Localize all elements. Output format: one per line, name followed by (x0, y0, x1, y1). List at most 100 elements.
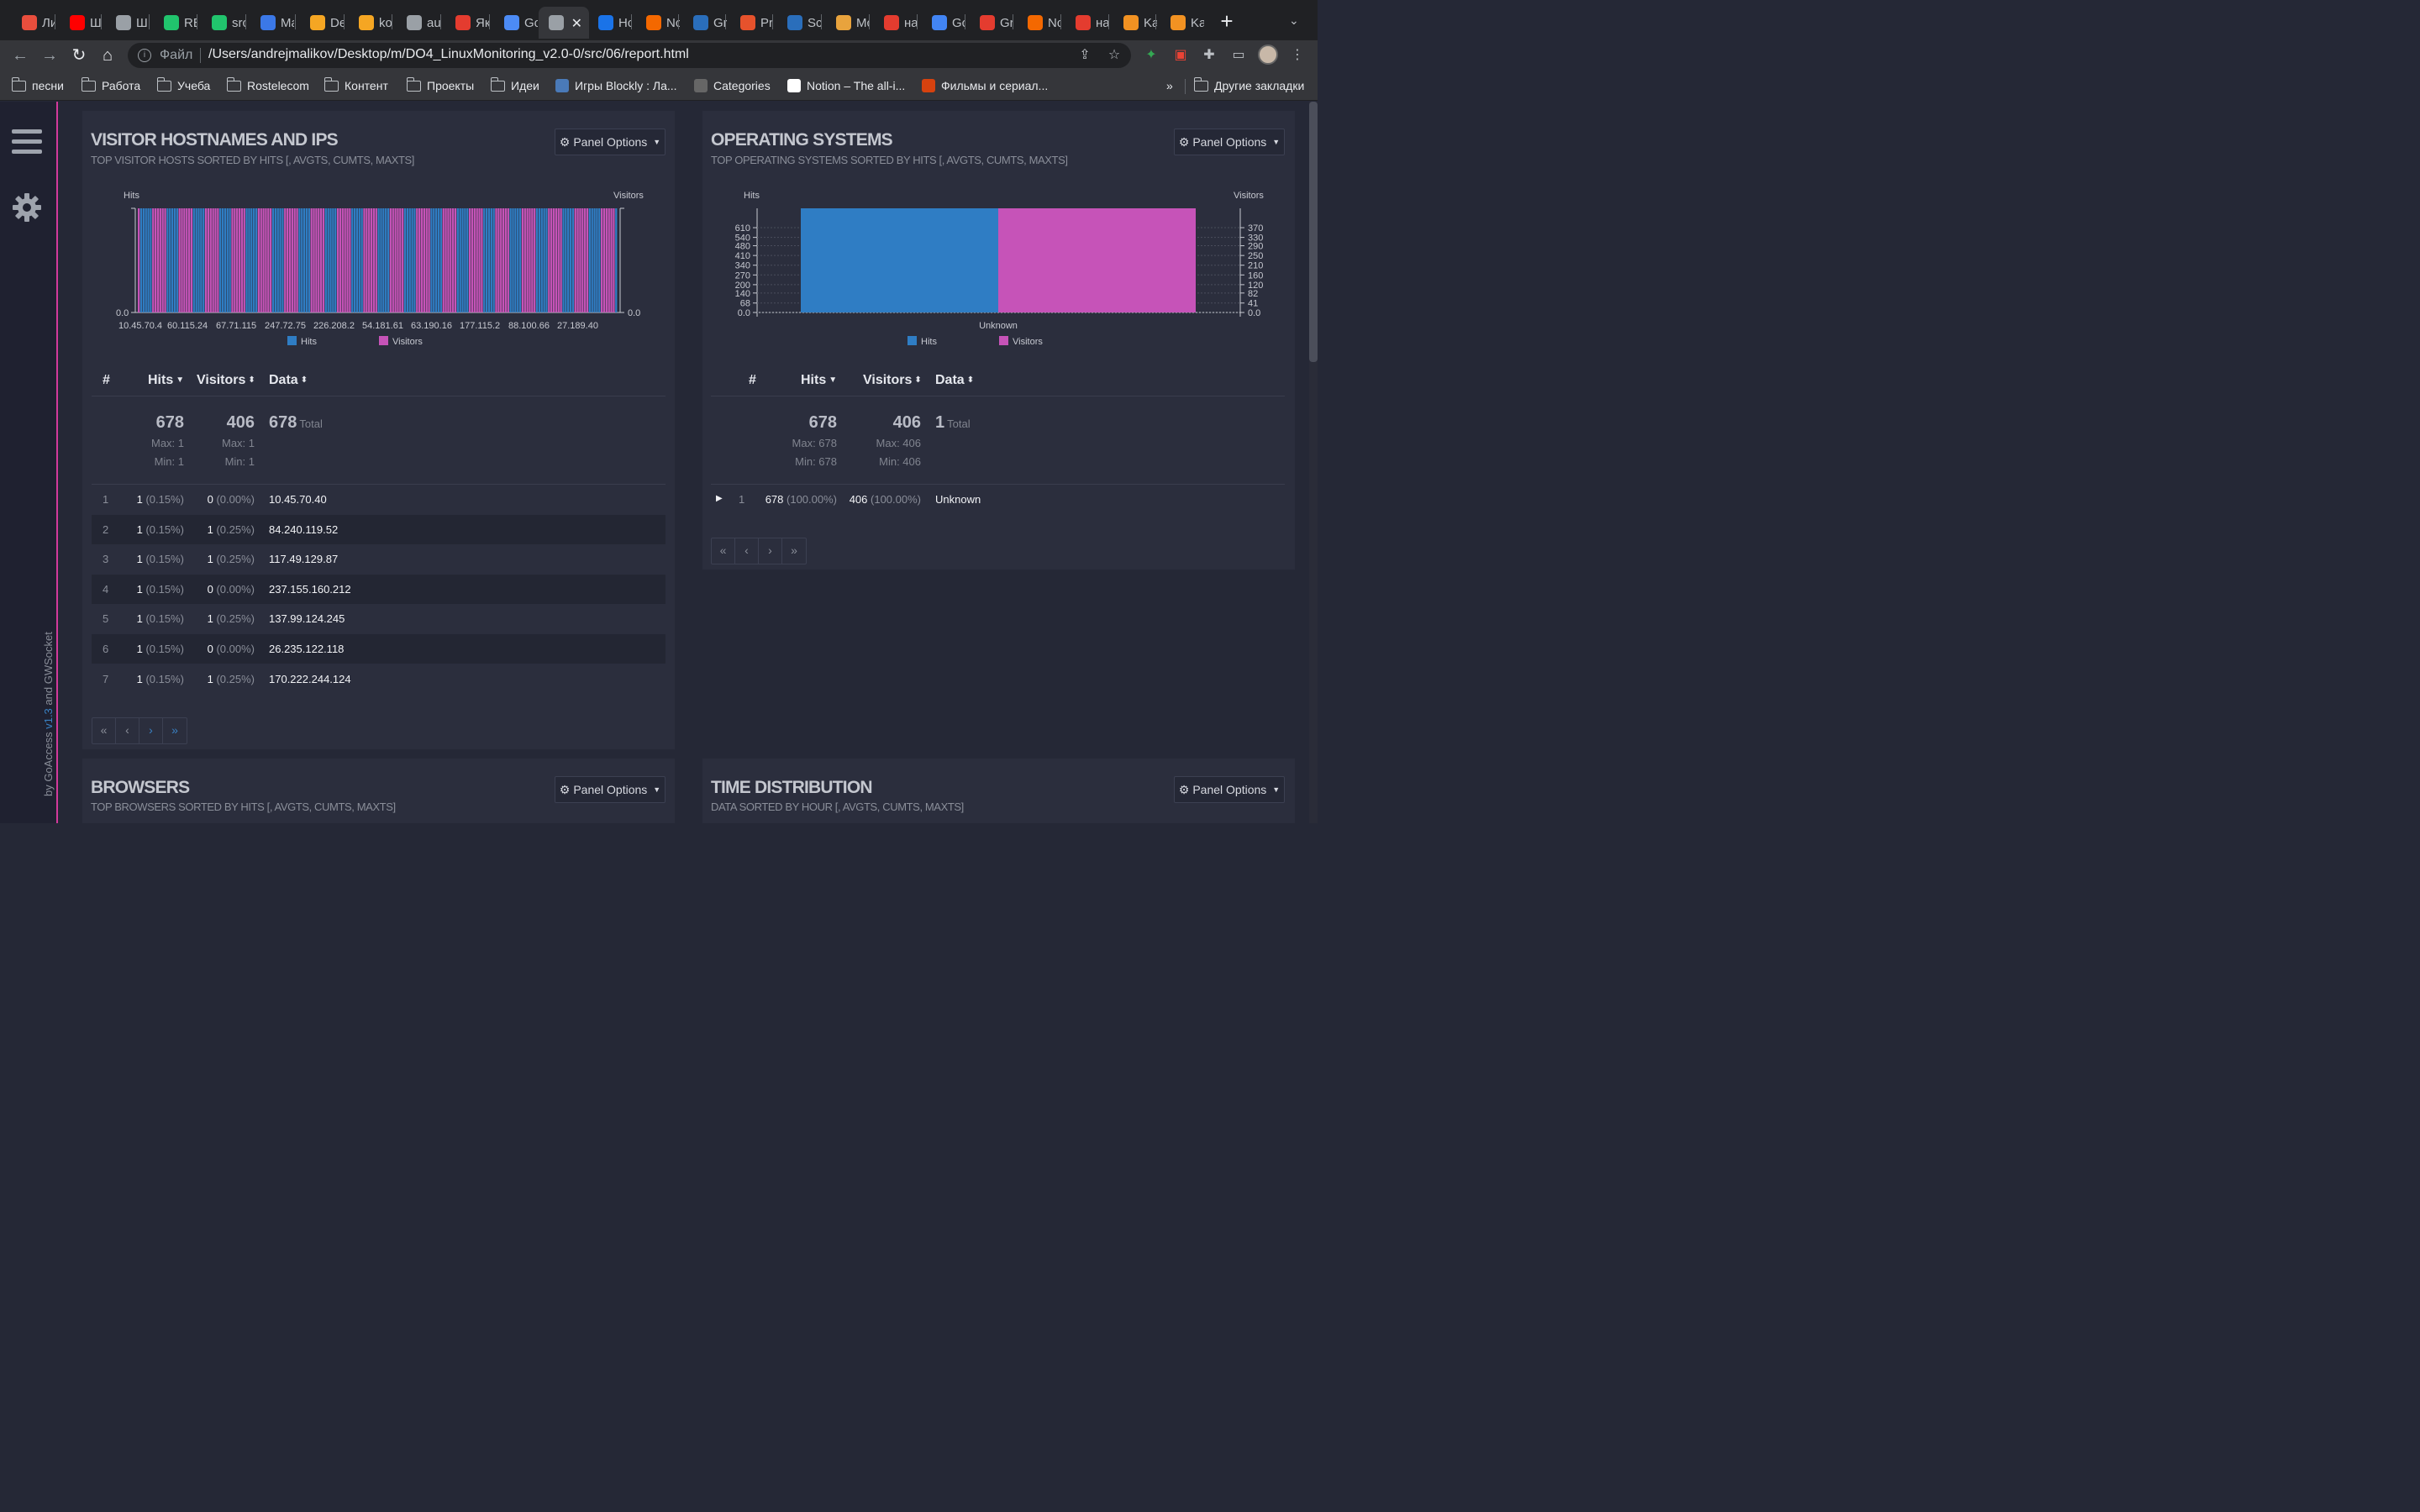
panel-options-button[interactable]: ⚙ Panel Options ▼ (1174, 776, 1285, 803)
column-header-visitors[interactable]: Visitors ⬍ (197, 373, 255, 388)
last-page-button[interactable]: » (163, 718, 187, 743)
first-page-button[interactable]: « (712, 538, 735, 564)
bookmark-folder[interactable]: Проекты (406, 76, 474, 94)
column-header-visitors[interactable]: Visitors ⬍ (863, 373, 922, 388)
tab-divider (1155, 14, 1156, 29)
close-tab-icon[interactable]: ✕ (571, 15, 582, 32)
profile-avatar[interactable] (1258, 45, 1278, 65)
bookmark-link[interactable]: Categories (694, 77, 771, 94)
forward-icon[interactable]: → (38, 45, 61, 66)
browser-tab[interactable]: Як (445, 7, 489, 39)
panel-options-button[interactable]: ⚙ Panel Options ▼ (555, 129, 666, 155)
reading-list-icon[interactable]: ▭ (1230, 47, 1247, 64)
browser-tab[interactable]: на (1065, 7, 1109, 39)
browser-tab[interactable]: Gc (922, 7, 965, 39)
column-header-data[interactable]: Data ⬍ (269, 373, 308, 388)
browser-tab[interactable]: De (300, 7, 344, 39)
bookmark-folder[interactable]: Идеи (490, 76, 539, 94)
row-number: 7 (103, 672, 109, 685)
gear-icon: ⚙ (1178, 134, 1190, 149)
previous-page-button[interactable]: ‹ (116, 718, 139, 743)
extension-icon[interactable]: ▣ (1172, 47, 1189, 64)
browser-tab[interactable]: Mc (826, 7, 870, 39)
version-link[interactable]: v1.3 (42, 708, 55, 729)
browser-tab[interactable]: Ш (106, 7, 150, 39)
bookmark-folder[interactable]: Rostelecom (226, 76, 309, 94)
table-row[interactable]: 71 (0.15%) 1 (0.25%) 170.222.244.124 (92, 664, 666, 694)
gear-icon[interactable] (12, 192, 42, 223)
browser-tab[interactable]: RE (154, 7, 197, 39)
hamburger-menu-icon[interactable] (12, 129, 42, 155)
bookmark-folder[interactable]: песни (11, 76, 64, 94)
visitors-bar (372, 208, 376, 312)
browser-tab[interactable]: Nc (636, 7, 680, 39)
scrollbar-thumb[interactable] (1309, 102, 1318, 362)
extensions-puzzle-icon[interactable]: ✚ (1201, 47, 1218, 64)
table-row[interactable]: 31 (0.15%) 1 (0.25%) 117.49.129.87 (92, 544, 666, 574)
browser-tab[interactable]: Ka (1160, 7, 1204, 39)
url-text[interactable]: /Users/andrejmalikov/Desktop/m/DO4_Linux… (208, 47, 689, 62)
menu-kebab-icon[interactable]: ⋮ (1289, 47, 1306, 64)
browser-tab[interactable]: Go (494, 7, 538, 39)
browser-tab[interactable]: ✕ (539, 7, 589, 39)
browser-tab[interactable]: Ma (250, 7, 294, 39)
url-divider (200, 48, 201, 63)
browser-tab[interactable]: Ли (12, 7, 55, 39)
panel-options-button[interactable]: ⚙ Panel Options ▼ (555, 776, 666, 803)
bookmarks-overflow-button[interactable]: » (1166, 77, 1173, 94)
visitors-percent: (0.25%) (216, 612, 255, 626)
row-number: 1 (103, 493, 109, 506)
browser-tab[interactable]: Gr (970, 7, 1013, 39)
last-page-button[interactable]: » (782, 538, 806, 564)
browser-tab[interactable]: Gr (683, 7, 727, 39)
browser-tab[interactable]: src (202, 7, 245, 39)
visitors-bar (495, 208, 497, 312)
column-header-hits[interactable]: Hits ▼ (148, 373, 184, 388)
expand-caret-icon[interactable]: ▶ (716, 494, 723, 503)
new-tab-button[interactable]: + (1217, 10, 1237, 34)
browser-tab[interactable]: ko (349, 7, 392, 39)
bookmark-folder[interactable]: Учеба (156, 76, 210, 94)
bookmark-folder[interactable]: Контент (324, 76, 388, 94)
browser-tab[interactable]: Ka (1113, 7, 1157, 39)
back-icon[interactable]: ← (8, 45, 32, 66)
y-tick-label: 610 (735, 223, 750, 234)
bookmark-link[interactable]: Notion – The all-i... (787, 77, 905, 94)
previous-page-button[interactable]: ‹ (735, 538, 759, 564)
browser-tab[interactable]: Pr (730, 7, 774, 39)
table-row[interactable]: 21 (0.15%) 1 (0.25%) 84.240.119.52 (92, 514, 666, 544)
hits-bar (221, 208, 224, 312)
next-page-button[interactable]: › (139, 718, 163, 743)
browser-tab[interactable]: Hc (588, 7, 632, 39)
browser-tab[interactable]: Sc (777, 7, 821, 39)
extension-icon[interactable]: ✦ (1143, 47, 1160, 64)
next-page-button[interactable]: › (759, 538, 782, 564)
bookmark-folder[interactable]: Работа (81, 76, 140, 94)
bookmark-link[interactable]: Игры Blockly : Ла... (555, 77, 677, 94)
table-row[interactable]: ▶ 1 678 (100.00%) 406 (100.00%) Unknown (711, 485, 1285, 514)
browser-tab[interactable]: Ш (60, 7, 103, 39)
browser-tab[interactable]: на (874, 7, 918, 39)
first-page-button[interactable]: « (92, 718, 116, 743)
column-header-hits[interactable]: Hits ▼ (801, 373, 837, 388)
table-row[interactable]: 11 (0.15%) 0 (0.00%) 10.45.70.40 (92, 485, 666, 514)
browser-tab[interactable]: au (397, 7, 440, 39)
info-icon[interactable]: i (138, 49, 151, 62)
it-icon (1123, 15, 1139, 30)
gear-icon: ⚙ (559, 134, 571, 149)
hits-bar (509, 208, 512, 312)
table-row[interactable]: 51 (0.15%) 1 (0.25%) 137.99.124.245 (92, 604, 666, 633)
share-icon[interactable]: ⇪ (1076, 47, 1093, 64)
row-number: 6 (103, 643, 109, 655)
panel-options-button[interactable]: ⚙ Panel Options ▼ (1174, 129, 1285, 155)
bookmark-star-icon[interactable]: ☆ (1106, 47, 1123, 64)
tab-search-icon[interactable]: ⌄ (1289, 13, 1304, 27)
browser-tab[interactable]: Nc (1018, 7, 1061, 39)
table-row[interactable]: 4 1 (0.15%) 0 (0.00%) 237.155.160.212 (92, 574, 666, 604)
reload-icon[interactable]: ↻ (67, 45, 91, 66)
home-icon[interactable]: ⌂ (96, 45, 119, 66)
bookmark-link[interactable]: Фильмы и сериал... (922, 77, 1048, 94)
table-row[interactable]: 6 1 (0.15%) 0 (0.00%) 26.235.122.118 (92, 634, 666, 664)
other-bookmarks[interactable]: Другие закладки (1193, 76, 1304, 94)
column-header-data[interactable]: Data ⬍ (935, 373, 974, 388)
